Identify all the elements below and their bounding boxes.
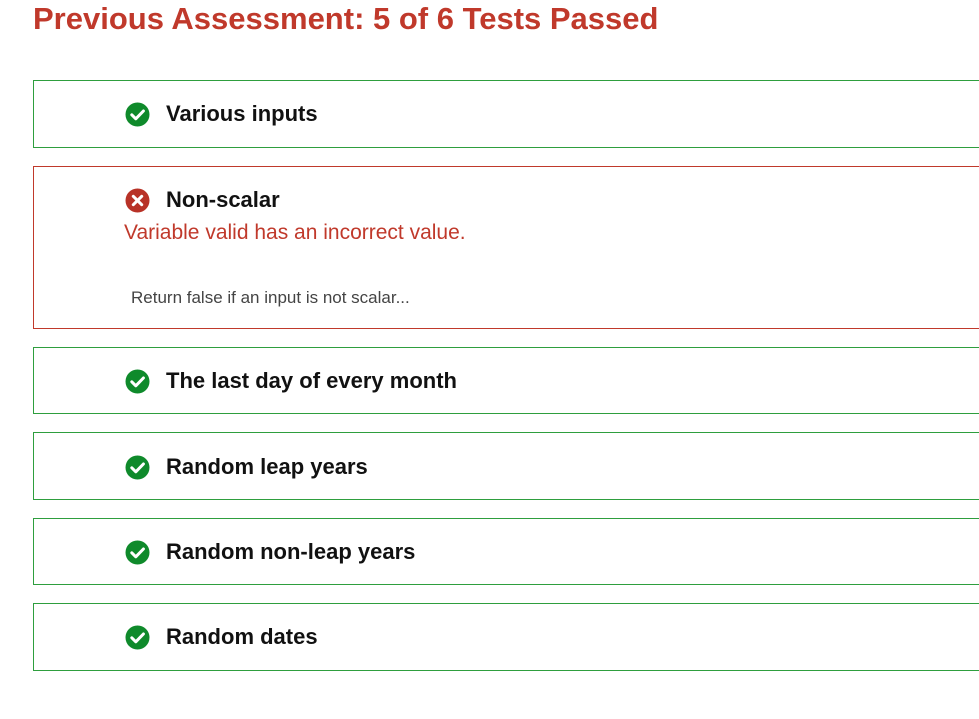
check-circle-icon: [125, 625, 150, 650]
test-name: Non-scalar: [166, 187, 280, 212]
test-result-non-scalar[interactable]: Non-scalar Variable valid has an incorre…: [33, 166, 979, 329]
test-name: Random leap years: [166, 454, 368, 479]
test-name: Random dates: [166, 624, 318, 649]
check-circle-icon: [125, 540, 150, 565]
test-result-random-dates[interactable]: Random dates: [33, 603, 979, 671]
test-result-random-leap-years[interactable]: Random leap years: [33, 432, 979, 500]
test-result-last-day-of-every-month[interactable]: The last day of every month: [33, 347, 979, 414]
test-name: The last day of every month: [166, 368, 457, 393]
page-title: Previous Assessment: 5 of 6 Tests Passed: [33, 1, 659, 36]
check-circle-icon: [125, 455, 150, 480]
failure-message: Variable valid has an incorrect value.: [124, 221, 466, 244]
check-circle-icon: [125, 102, 150, 127]
x-circle-icon: [125, 188, 150, 213]
test-name: Various inputs: [166, 101, 318, 126]
test-result-random-non-leap-years[interactable]: Random non-leap years: [33, 518, 979, 585]
test-result-various-inputs[interactable]: Various inputs: [33, 80, 979, 148]
check-circle-icon: [125, 369, 150, 394]
test-description: Return false if an input is not scalar..…: [131, 288, 410, 307]
test-name: Random non-leap years: [166, 539, 416, 564]
